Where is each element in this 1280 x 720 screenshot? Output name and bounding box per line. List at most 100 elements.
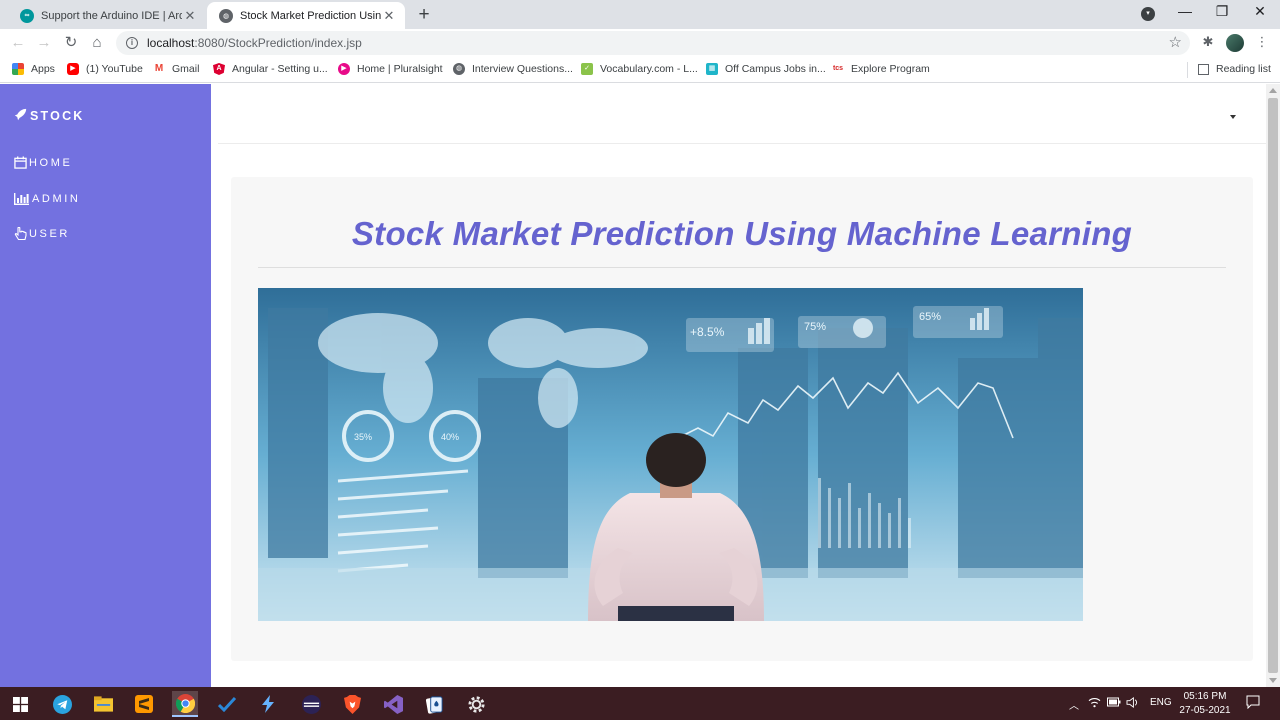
profile-avatar[interactable]	[1226, 34, 1244, 52]
sidebar-item-user[interactable]: USER	[13, 226, 70, 240]
youtube-icon: ▶	[67, 63, 79, 75]
todo-icon[interactable]	[214, 691, 240, 717]
bookmark-explore-program[interactable]: tcs Explore Program	[832, 63, 930, 75]
reading-list-icon	[1198, 63, 1209, 75]
clock-date: 27-05-2021	[1179, 705, 1231, 716]
volume-icon[interactable]	[1126, 697, 1139, 711]
bookmark-angular[interactable]: A Angular - Setting u...	[213, 63, 328, 75]
scroll-down-icon[interactable]	[1269, 678, 1277, 683]
restore-icon[interactable]: ❐	[1210, 3, 1234, 20]
brand-label: STOCK	[30, 109, 85, 123]
jobs-icon: ▦	[706, 63, 718, 75]
bookmark-label: Vocabulary.com - L...	[600, 63, 698, 75]
wifi-icon[interactable]	[1088, 697, 1101, 711]
reload-icon[interactable]: ↻	[61, 33, 81, 53]
hero-image: +8.5% 75% 65% 35% 40%	[258, 288, 1083, 621]
page-title: Stock Market Prediction Using Machine Le…	[351, 215, 1133, 252]
sidebar-item-label: HOME	[29, 156, 73, 169]
bookmark-star-icon[interactable]: ☆	[1169, 33, 1182, 51]
settings-gear-icon[interactable]	[463, 691, 489, 717]
hero-ring-label: 40%	[441, 432, 459, 442]
tab-stock-prediction[interactable]: ◍ Stock Market Prediction Using M ✕	[207, 2, 405, 29]
solitaire-icon[interactable]	[421, 691, 447, 717]
visual-studio-icon[interactable]	[380, 691, 406, 717]
brave-icon[interactable]	[339, 691, 365, 717]
hero-label: 75%	[804, 321, 826, 333]
telegram-icon[interactable]	[49, 691, 75, 717]
rocket-icon	[14, 108, 27, 124]
bookmark-label: Apps	[31, 63, 55, 75]
scrollbar-thumb[interactable]	[1268, 98, 1278, 673]
hero-ring-label: 35%	[354, 432, 372, 442]
bookmark-apps[interactable]: Apps	[12, 63, 55, 75]
page-viewport: STOCK HOME ADMIN USER Stock Market Predi…	[0, 84, 1280, 687]
extensions-icon[interactable]: ✱	[1199, 34, 1217, 52]
eclipse-icon[interactable]	[298, 691, 324, 717]
chrome-icon[interactable]	[172, 691, 198, 717]
bookmark-gmail[interactable]: M Gmail	[153, 63, 199, 75]
home-icon[interactable]: ⌂	[87, 33, 107, 53]
sidebar-item-admin[interactable]: ADMIN	[13, 192, 80, 205]
gmail-icon: M	[153, 63, 165, 75]
notifications-icon[interactable]	[1246, 695, 1260, 712]
tcs-icon: tcs	[832, 63, 844, 75]
clock-time: 05:16 PM	[1183, 691, 1227, 702]
hand-pointer-icon	[13, 226, 27, 240]
address-bar[interactable]: i localhost:8080/StockPrediction/index.j…	[116, 31, 1190, 55]
bookmark-label: Gmail	[172, 63, 200, 75]
sidebar: STOCK HOME ADMIN USER	[0, 84, 211, 687]
bookmark-label: Off Campus Jobs in...	[725, 63, 826, 75]
angular-icon: A	[213, 63, 225, 75]
tray-overflow-icon[interactable]: ︿	[1069, 697, 1079, 712]
brand[interactable]: STOCK	[14, 108, 85, 124]
file-explorer-icon[interactable]	[90, 691, 116, 717]
pluralsight-icon: ▶	[338, 63, 350, 75]
bookmark-label: Home | Pluralsight	[357, 63, 443, 75]
battery-icon[interactable]	[1107, 697, 1121, 710]
language-indicator[interactable]: ENG	[1150, 697, 1172, 708]
user-dropdown-caret-icon[interactable]	[1230, 115, 1236, 119]
close-window-icon[interactable]: ✕	[1248, 3, 1272, 20]
bookmark-label: (1) YouTube	[86, 63, 143, 75]
close-tab-icon[interactable]: ✕	[182, 8, 198, 24]
bar-chart-icon	[13, 192, 30, 205]
tab-title: Support the Arduino IDE | Arduino	[41, 9, 182, 22]
sidebar-item-home[interactable]: HOME	[13, 156, 72, 169]
back-icon[interactable]: ←	[8, 33, 28, 53]
power-automate-icon[interactable]	[255, 691, 281, 717]
page-scrollbar[interactable]	[1266, 84, 1280, 687]
tab-search-icon[interactable]: ▾	[1141, 7, 1155, 21]
apps-grid-icon	[12, 63, 24, 75]
bookmark-interview-questions[interactable]: ◍ Interview Questions...	[453, 63, 573, 75]
bookmark-pluralsight[interactable]: ▶ Home | Pluralsight	[338, 63, 443, 75]
globe-icon: ◍	[453, 63, 465, 75]
hero-label: +8.5%	[690, 325, 725, 339]
site-info-icon[interactable]: i	[126, 37, 138, 49]
reading-list-label: Reading list	[1216, 63, 1271, 75]
windows-start-icon[interactable]	[7, 691, 33, 717]
reading-list[interactable]: Reading list	[1198, 63, 1271, 75]
bookmark-label: Angular - Setting u...	[232, 63, 328, 75]
globe-favicon-icon: ◍	[219, 8, 233, 23]
content-card: Stock Market Prediction Using Machine Le…	[231, 177, 1253, 661]
tab-strip: ∞ Support the Arduino IDE | Arduino ✕ ◍ …	[0, 0, 1280, 29]
vocabulary-icon: ✓	[581, 63, 593, 75]
bookmark-youtube[interactable]: ▶ (1) YouTube	[67, 63, 143, 75]
new-tab-icon[interactable]: +	[414, 4, 434, 26]
menu-kebab-icon[interactable]: ⋮	[1253, 34, 1271, 52]
browser-toolbar: ← → ↻ ⌂ i localhost:8080/StockPrediction…	[0, 29, 1280, 57]
url-path: :8080/StockPrediction/index.jsp	[194, 36, 362, 50]
sidebar-item-label: USER	[29, 227, 70, 240]
close-tab-icon[interactable]: ✕	[381, 8, 397, 24]
sublime-text-icon[interactable]	[131, 691, 157, 717]
minimize-icon[interactable]: —	[1173, 3, 1197, 19]
bookmark-vocabulary[interactable]: ✓ Vocabulary.com - L...	[581, 63, 698, 75]
clock[interactable]: 05:16 PM 27-05-2021	[1172, 690, 1238, 718]
calendar-icon	[13, 156, 27, 169]
forward-icon[interactable]: →	[34, 33, 54, 53]
scroll-up-icon[interactable]	[1269, 88, 1277, 93]
hero-illustration: +8.5% 75% 65% 35% 40%	[258, 288, 1083, 621]
tab-arduino[interactable]: ∞ Support the Arduino IDE | Arduino ✕	[8, 2, 206, 29]
bookmark-label: Interview Questions...	[472, 63, 573, 75]
bookmark-off-campus-jobs[interactable]: ▦ Off Campus Jobs in...	[706, 63, 826, 75]
